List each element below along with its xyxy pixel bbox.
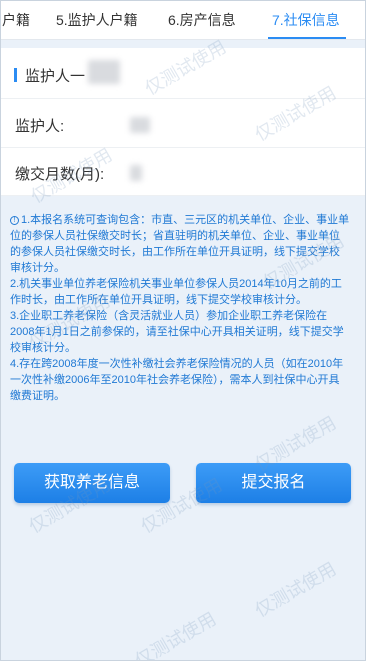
notice-text: ! 1.本报名系统可查询包含：市直、三元区的机关单位、企业、事业单位的参保人员社保… [10,212,350,404]
section-header: 监护人一 [0,48,366,99]
section-title: 监护人一 [25,68,86,85]
guardian-info-card: 监护人一 监护人: 缴交月数(月): [0,48,366,196]
tab-property-info[interactable]: 6.房产信息 [168,10,236,30]
tab-guardian-household[interactable]: 5.监护人户籍 [56,10,138,30]
notice-item-3: 3.企业职工养老保险（含灵活就业人员）参加企业职工养老保险在2008年1月1日之… [10,310,344,354]
guardian-row: 监护人: [0,100,366,148]
tab-household[interactable]: 户籍 [2,10,30,30]
fetch-pension-info-button[interactable]: 获取养老信息 [14,463,170,503]
tab-social-security-info[interactable]: 7.社保信息 [272,10,340,30]
notice-item-2: 2.机关事业单位养老保险机关事业单位参保人员2014年10月之前的工作时长，由工… [10,278,342,306]
watermark: 仅测试使用 [251,558,340,622]
tab-bar: 户籍 5.监护人户籍 6.房产信息 7.社保信息 [0,0,366,40]
notice-item-1: ! 1.本报名系统可查询包含：市直、三元区的机关单位、企业、事业单位的参保人员社保… [10,214,350,274]
months-paid-label: 缴交月数(月): [15,166,105,183]
redacted-months-value [130,165,142,181]
redacted-guardian-value [130,117,150,133]
section-accent-bar [14,68,17,82]
months-paid-row: 缴交月数(月): [0,148,366,196]
notice-item-4: 4.存在跨2008年度一次性补缴社会养老保险情况的人员（如在2010年一次性补缴… [10,358,344,402]
submit-registration-button[interactable]: 提交报名 [196,463,351,503]
active-tab-indicator [268,37,346,39]
watermark: 仅测试使用 [131,608,220,661]
redacted-guardian-name [88,60,120,84]
guardian-label: 监护人: [15,118,65,135]
info-icon: ! [10,216,19,225]
